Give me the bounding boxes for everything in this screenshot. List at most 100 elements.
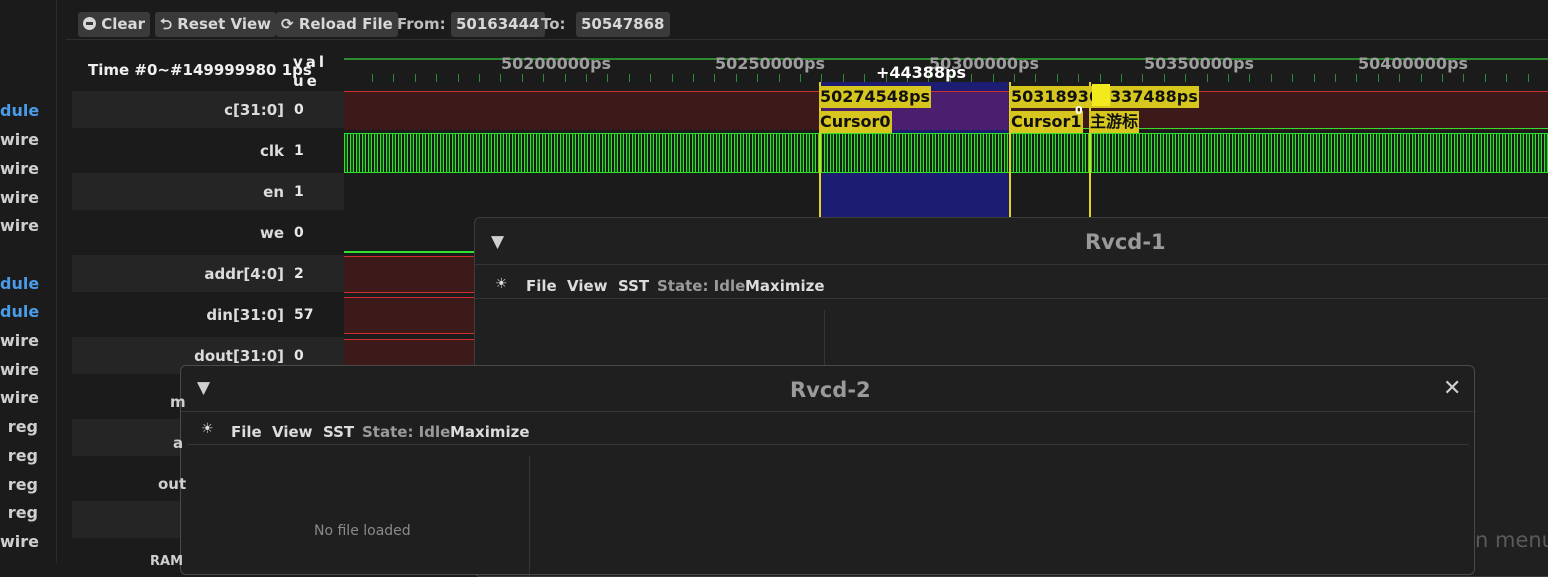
collapse-triangle-icon[interactable]: ▼ bbox=[197, 378, 210, 398]
signal-value: 1 bbox=[294, 184, 304, 200]
menu-maximize[interactable]: Maximize bbox=[450, 423, 530, 441]
time-range-label: Time #0~#149999980 1ps bbox=[88, 61, 312, 79]
ruler-tick bbox=[565, 74, 566, 82]
hierarchy-item-type[interactable]: wire bbox=[0, 331, 39, 350]
ruler-tick bbox=[779, 74, 780, 82]
value-column-header: value bbox=[293, 53, 328, 90]
hierarchy-item-type[interactable]: dule bbox=[0, 274, 39, 293]
ruler-tick bbox=[1249, 74, 1250, 82]
cursor-value-label: 0 bbox=[1075, 104, 1083, 117]
ruler-tick bbox=[693, 74, 694, 82]
reset-view-button[interactable]: ⮌ Reset View bbox=[155, 12, 276, 37]
ruler-tick bbox=[1078, 74, 1079, 82]
signal-name-fragment: out bbox=[158, 475, 187, 493]
wave-we[interactable] bbox=[344, 251, 474, 253]
hierarchy-item-type[interactable]: wire bbox=[0, 188, 39, 207]
hierarchy-item-type[interactable]: reg bbox=[0, 446, 38, 465]
ruler-tick bbox=[1207, 74, 1208, 82]
signal-value: 57 bbox=[294, 307, 314, 323]
wave-dout[interactable] bbox=[344, 339, 474, 365]
ruler-tick bbox=[415, 74, 416, 82]
reset-view-label: Reset View bbox=[177, 15, 271, 33]
background-hint-text: n menu bbox=[1475, 528, 1548, 552]
ruler-tick bbox=[1057, 74, 1058, 82]
menu-sst[interactable]: SST bbox=[618, 277, 649, 295]
ruler-tick bbox=[1164, 74, 1165, 82]
signal-value: 1 bbox=[294, 143, 304, 159]
hierarchy-item-type[interactable]: wire bbox=[0, 159, 39, 178]
ruler-tick bbox=[1014, 74, 1015, 82]
ruler-tick bbox=[971, 74, 972, 82]
reload-file-label: Reload File bbox=[298, 15, 393, 33]
cursor1-name: Cursor1 bbox=[1010, 111, 1083, 133]
ruler-tick bbox=[372, 74, 373, 82]
hierarchy-item-type[interactable]: wire bbox=[0, 216, 39, 235]
ruler-tick bbox=[821, 74, 822, 82]
ruler-tick bbox=[1228, 74, 1229, 82]
main-cursor-time: 337488ps bbox=[1109, 86, 1199, 108]
hierarchy-item-type[interactable]: dule bbox=[0, 302, 39, 321]
clear-button[interactable]: Clear bbox=[78, 12, 151, 37]
signal-row[interactable]: clk 1 bbox=[72, 132, 344, 169]
to-input[interactable]: 50547868 bbox=[576, 12, 670, 37]
ruler-tick bbox=[1528, 74, 1529, 82]
hierarchy-item-type[interactable]: wire bbox=[0, 360, 39, 379]
hierarchy-item-type[interactable]: reg bbox=[0, 475, 38, 494]
reload-icon: ⟳ bbox=[281, 15, 294, 33]
ruler-tick bbox=[1356, 74, 1357, 82]
signal-value: 0 bbox=[294, 348, 304, 364]
hierarchy-item-type[interactable]: reg bbox=[0, 417, 38, 436]
menu-maximize[interactable]: Maximize bbox=[745, 277, 825, 295]
reload-file-button[interactable]: ⟳ Reload File bbox=[276, 12, 398, 37]
window-rvcd-2: ▼ Rvcd-2 ✕ ☀ File View SST State: Idle M… bbox=[180, 365, 1476, 576]
signal-row[interactable]: addr[4:0] 2 bbox=[72, 255, 344, 292]
menu-file[interactable]: File bbox=[526, 277, 557, 295]
close-icon[interactable]: ✕ bbox=[1443, 376, 1461, 401]
wave-clk[interactable] bbox=[344, 133, 1548, 173]
cursor0-name: Cursor0 bbox=[819, 111, 892, 133]
sun-icon[interactable]: ☀ bbox=[495, 276, 508, 292]
title-divider bbox=[475, 264, 1548, 265]
undo-icon: ⮌ bbox=[160, 15, 173, 33]
from-input[interactable]: 50163444 bbox=[451, 12, 545, 37]
menu-view[interactable]: View bbox=[567, 277, 608, 295]
signal-value: 0 bbox=[294, 102, 304, 118]
signal-name-fragment: m bbox=[170, 393, 186, 411]
ruler-tick bbox=[1421, 74, 1422, 82]
ruler-tick bbox=[736, 74, 737, 82]
hierarchy-item-type[interactable]: dule bbox=[0, 101, 39, 120]
signal-name: dout[31:0] bbox=[194, 347, 284, 365]
hierarchy-item-type[interactable]: reg bbox=[0, 503, 38, 522]
ruler-tick-label: 50200000ps bbox=[501, 54, 612, 73]
sun-icon[interactable]: ☀ bbox=[201, 421, 214, 437]
pane-splitter[interactable] bbox=[529, 456, 530, 576]
cursor0-time: 50274548ps bbox=[819, 86, 932, 108]
signal-value: 0 bbox=[294, 225, 304, 241]
hierarchy-item-type[interactable]: wire bbox=[0, 130, 39, 149]
ruler-tick bbox=[864, 74, 865, 82]
signal-row[interactable]: c[31:0] 0 bbox=[72, 91, 344, 128]
signal-name: addr[4:0] bbox=[204, 265, 284, 283]
signal-row[interactable]: we 0 bbox=[72, 214, 344, 251]
menu-file[interactable]: File bbox=[231, 423, 262, 441]
hierarchy-item-type[interactable]: wire bbox=[0, 532, 39, 551]
ruler-tick bbox=[458, 74, 459, 82]
signal-row[interactable]: en 1 bbox=[72, 173, 344, 210]
wave-din[interactable] bbox=[344, 297, 474, 334]
clear-label: Clear bbox=[101, 15, 146, 33]
signal-row[interactable]: din[31:0] 57 bbox=[72, 296, 344, 333]
signal-name: c[31:0] bbox=[224, 101, 284, 119]
ruler-tick bbox=[1463, 74, 1464, 82]
ruler-tick bbox=[1506, 74, 1507, 82]
menu-view[interactable]: View bbox=[272, 423, 313, 441]
toolbar-divider bbox=[66, 39, 1548, 40]
state-indicator: State: Idle bbox=[362, 423, 451, 441]
wave-addr[interactable] bbox=[344, 256, 474, 293]
collapse-triangle-icon[interactable]: ▼ bbox=[491, 232, 504, 252]
cursor-delta-label: +44388ps bbox=[876, 63, 967, 82]
ruler-tick-label: 50250000ps bbox=[715, 54, 826, 73]
ruler-tick bbox=[1271, 74, 1272, 82]
menu-sst[interactable]: SST bbox=[323, 423, 354, 441]
hierarchy-item-type[interactable]: wire bbox=[0, 388, 39, 407]
to-label: To: bbox=[541, 15, 566, 33]
